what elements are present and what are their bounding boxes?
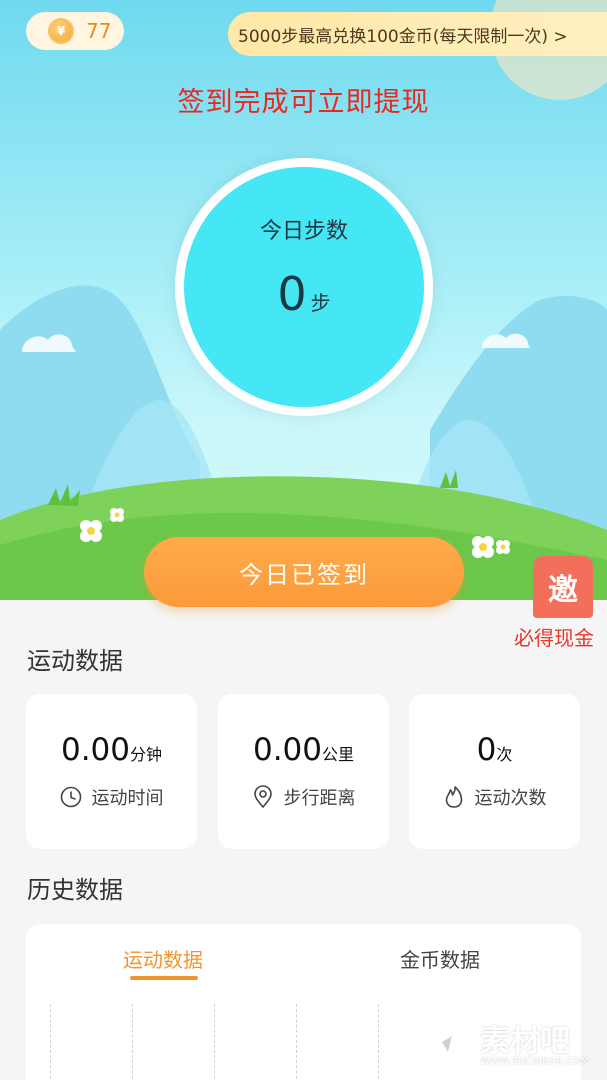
exchange-coins-banner[interactable]: 5000步最高兑换100金币(每天限制一次) > [228, 12, 607, 56]
stat-value-row: 0次 [409, 732, 580, 768]
stat-label-row: 步行距离 [218, 784, 389, 810]
chart-grid-line [214, 1004, 215, 1080]
stat-label: 运动时间 [91, 788, 164, 809]
stat-value-row: 0.00分钟 [26, 732, 197, 768]
stat-card-count: 0次 运动次数 [409, 694, 580, 849]
stat-unit: 分钟 [130, 745, 163, 764]
invite-badge[interactable]: 邀 [533, 556, 593, 618]
stat-card-distance: 0.00公里 步行距离 [218, 694, 389, 849]
stat-value: 0 [476, 732, 497, 768]
stat-label-row: 运动时间 [26, 784, 197, 810]
coin-balance[interactable]: ¥ 77 [26, 12, 124, 50]
stat-card-time: 0.00分钟 运动时间 [26, 694, 197, 849]
hero-banner: ¥ 77 5000步最高兑换100金币(每天限制一次) > 签到完成可立即提现 … [0, 0, 607, 600]
invite-cash-label[interactable]: 必得现金 [514, 622, 607, 651]
flame-icon [445, 786, 462, 808]
clock-icon [60, 786, 81, 808]
step-circle: 今日步数 0步 [184, 167, 424, 407]
coin-count: 77 [86, 19, 112, 43]
chart-grid-line [296, 1004, 297, 1080]
stat-value: 0.00 [60, 732, 130, 768]
step-value-row: 0步 [184, 267, 424, 321]
exchange-banner-text: 5000步最高兑换100金币(每天限制一次) > [238, 26, 568, 47]
history-section-title: 历史数据 [27, 876, 123, 904]
stat-value: 0.00 [252, 732, 322, 768]
active-tab-indicator [130, 976, 198, 980]
chart-grid-line [132, 1004, 133, 1080]
coin-icon: ¥ [50, 20, 72, 42]
step-title: 今日步数 [259, 219, 348, 244]
sports-section-title: 运动数据 [27, 647, 123, 675]
chart-grid-line [378, 1004, 379, 1080]
step-counter: 今日步数 0步 [175, 158, 433, 416]
tab-coin-data[interactable]: 金币数据 [400, 944, 480, 973]
watermark-title: 素材吧 [480, 1024, 570, 1059]
step-value: 0 [277, 267, 307, 321]
stat-label: 步行距离 [283, 788, 356, 809]
watermark-url: WWW.SUCAIBAR.COM [480, 1056, 590, 1067]
step-unit: 步 [310, 291, 331, 315]
stat-value-row: 0.00公里 [218, 732, 389, 768]
signin-button[interactable]: 今日已签到 [144, 537, 464, 607]
stat-label: 运动次数 [474, 788, 547, 809]
stat-label-row: 运动次数 [409, 784, 580, 810]
stat-unit: 公里 [322, 745, 355, 764]
watermark-logo-icon [430, 1022, 468, 1064]
signin-tip: 签到完成可立即提现 [177, 87, 430, 118]
tab-sports-data[interactable]: 运动数据 [123, 944, 203, 973]
watermark: 素材吧 WWW.SUCAIBAR.COM [424, 1010, 594, 1076]
stat-unit: 次 [496, 745, 513, 764]
location-pin-icon [253, 785, 272, 809]
chart-grid-line [50, 1004, 51, 1080]
